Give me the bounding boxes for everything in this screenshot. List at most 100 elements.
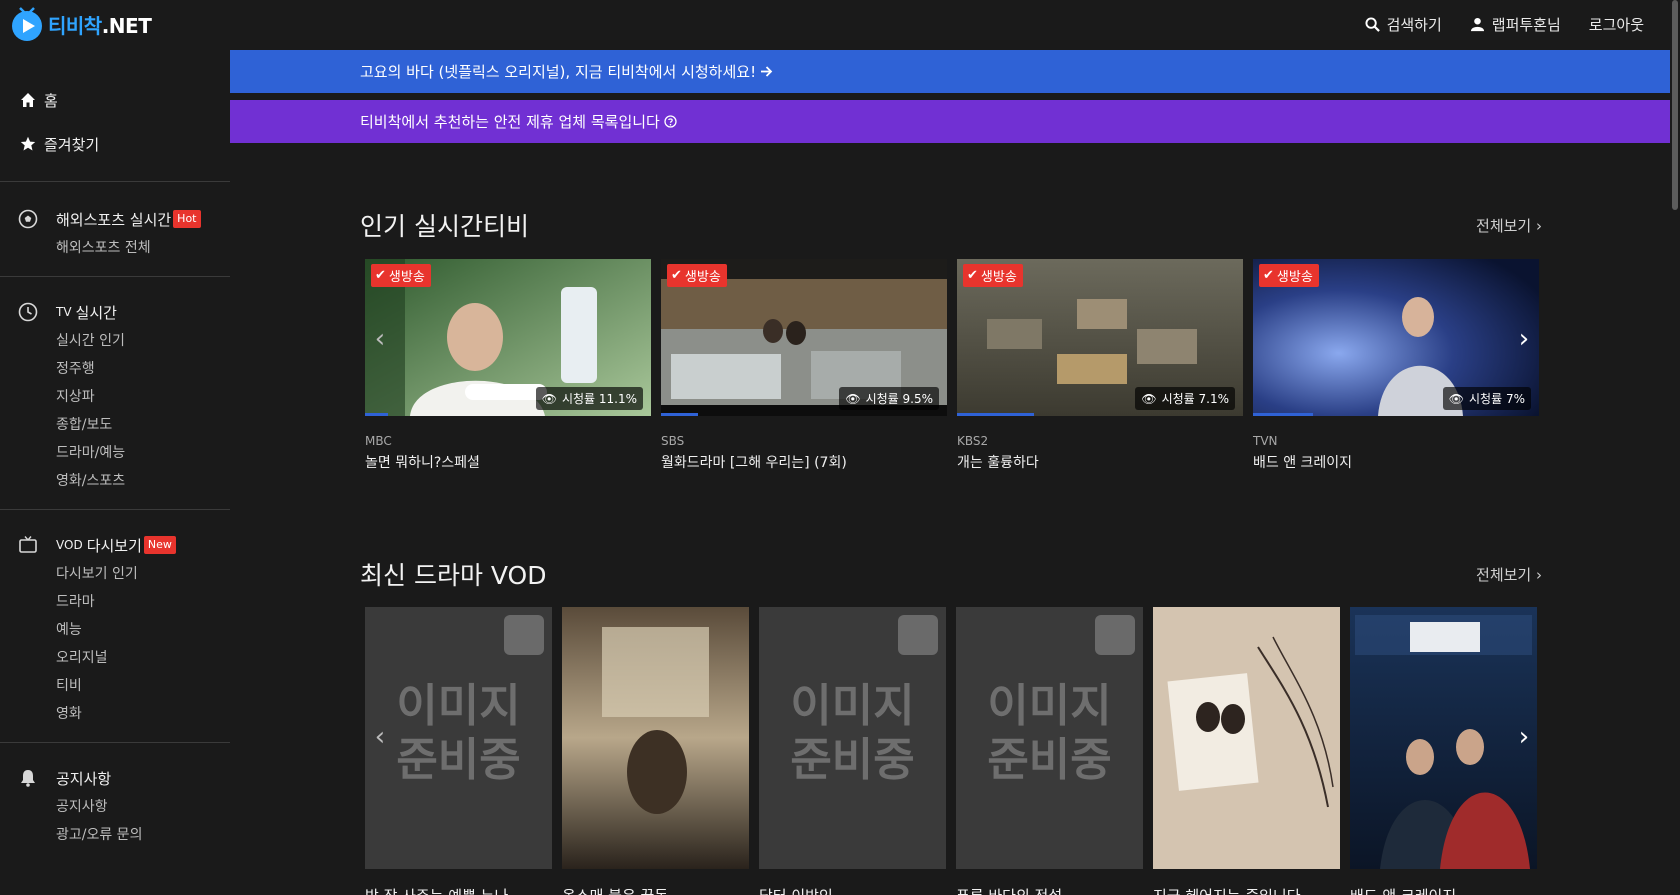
vod-card[interactable]: 옷소매 붉은 끝동: [562, 607, 749, 895]
live-carousel-next-button[interactable]: ›: [1510, 319, 1538, 359]
logout-button[interactable]: 로그아웃: [1589, 14, 1644, 35]
live-badge-label: 생방송: [388, 270, 425, 285]
sidebar-item-original[interactable]: 오리지널: [0, 644, 230, 672]
search-button[interactable]: 검색하기: [1365, 14, 1442, 35]
scrollbar-thumb[interactable]: [1672, 0, 1678, 210]
live-card[interactable]: ✔ 생방송 👁 시청률 9.5% SBS 월화드라마 [그해 우리는] (7회): [661, 259, 947, 472]
program-title[interactable]: 놀면 뭐하니?스페셜: [365, 452, 651, 472]
sidebar-item-favorites[interactable]: 즐겨찾기: [0, 122, 230, 166]
sidebar: 홈 즐겨찾기 해외스포츠 실시간 Hot 해외스포츠 전체 TV 실시간 실시간…: [0, 50, 230, 895]
program-title[interactable]: 개는 훌륭하다: [957, 452, 1243, 472]
vod-card[interactable]: 이미지준비중 닥터 이방인: [759, 607, 946, 895]
live-thumbnail[interactable]: ✔ 생방송 👁 시청률 11.1%: [365, 259, 651, 416]
vod-carousel-next-button[interactable]: ›: [1510, 717, 1538, 757]
sidebar-item-notice[interactable]: 공지사항: [0, 793, 230, 821]
check-icon: ✔: [671, 268, 682, 283]
bell-icon: [21, 770, 35, 787]
vod-card[interactable]: 이미지준비중 푸른 바다의 전설: [956, 607, 1143, 895]
sidebar-item-movie[interactable]: 영화: [0, 700, 230, 728]
vod-title[interactable]: 옷소매 붉은 끝동: [562, 885, 749, 895]
channel-name: MBC: [365, 434, 392, 448]
live-card[interactable]: ✔ 생방송 👁 시청률 11.1% MBC 놀면 뭐하니?스페셜: [365, 259, 651, 472]
live-badge-label: 생방송: [980, 270, 1017, 285]
placeholder-text: 이미지 준비중: [987, 679, 1112, 786]
eye-icon: 👁: [845, 391, 861, 406]
vod-poster[interactable]: [1350, 607, 1537, 869]
program-title[interactable]: 배드 앤 크레이지: [1253, 452, 1539, 472]
vod-poster-placeholder[interactable]: 이미지 준비중: [759, 607, 946, 869]
arrow-right-icon: [761, 66, 773, 77]
vod-card[interactable]: 배드 앤 크레이지: [1350, 607, 1537, 895]
rating-badge: 👁 시청률 7.1%: [1135, 387, 1235, 410]
sidebar-item-home[interactable]: 홈: [0, 78, 230, 122]
sidebar-section-notice-title[interactable]: 공지사항: [0, 763, 230, 793]
vod-title[interactable]: 배드 앤 크레이지: [1350, 885, 1537, 895]
clock-icon: [18, 302, 38, 322]
section-title: 실시간: [75, 303, 117, 322]
logout-label: 로그아웃: [1588, 16, 1644, 34]
eye-icon: 👁: [1448, 391, 1465, 406]
star-icon: [20, 136, 36, 151]
channel-name: KBS2: [957, 434, 989, 448]
promo-banner-text: 고요의 바다 (넷플릭스 오리지널), 지금 티비착에서 시청하세요!: [360, 63, 757, 81]
vod-carousel-prev-button[interactable]: ‹: [366, 717, 394, 757]
live-badge: ✔ 생방송: [371, 264, 431, 287]
user-menu-button[interactable]: 랩퍼투혼님: [1470, 14, 1561, 35]
live-card[interactable]: ✔ 생방송 👁 시청률 7.1% KBS2 개는 훌륭하다: [957, 259, 1243, 472]
vod-see-all-link[interactable]: 전체보기 ›: [1476, 564, 1542, 585]
promo-banner[interactable]: 고요의 바다 (넷플릭스 오리지널), 지금 티비착에서 시청하세요!: [230, 50, 1672, 93]
sidebar-item-drama-variety[interactable]: 드라마/예능: [0, 439, 230, 467]
sidebar-item-tv[interactable]: 티비: [0, 672, 230, 700]
vod-title[interactable]: 닥터 이방인: [759, 885, 946, 895]
eye-icon: 👁: [1141, 391, 1157, 406]
live-carousel-prev-button[interactable]: ‹: [366, 319, 394, 359]
live-thumbnail[interactable]: ✔ 생방송 👁 시청률 7.1%: [957, 259, 1243, 416]
program-title[interactable]: 월화드라마 [그해 우리는] (7회): [661, 452, 947, 472]
sidebar-item-terrestrial[interactable]: 지상파: [0, 383, 230, 411]
live-thumbnail[interactable]: ✔ 생방송 👁 시청률 7%: [1253, 259, 1539, 416]
vod-title[interactable]: 지금 헤어지는 중입니다: [1153, 885, 1340, 895]
rating-badge: 👁 시청률 7%: [1442, 387, 1531, 410]
vod-tag: VOD: [56, 538, 83, 552]
section-title: 다시보기: [86, 536, 142, 555]
check-icon: ✔: [967, 268, 978, 283]
live-see-all-link[interactable]: 전체보기 ›: [1476, 215, 1542, 236]
sidebar-item-live-popular[interactable]: 실시간 인기: [0, 327, 230, 355]
sidebar-section-tv-title[interactable]: TV 실시간: [0, 297, 230, 327]
site-logo[interactable]: 티비착.NET: [10, 6, 152, 42]
live-card[interactable]: ✔ 생방송 👁 시청률 7% TVN 배드 앤 크레이지: [1253, 259, 1539, 472]
sidebar-item-drama[interactable]: 드라마: [0, 588, 230, 616]
sidebar-item-sports-all[interactable]: 해외스포츠 전체: [0, 234, 230, 262]
vod-card[interactable]: 지금 헤어지는 중입니다: [1153, 607, 1340, 895]
see-all-label: 전체보기: [1476, 566, 1532, 584]
sidebar-item-binge[interactable]: 정주행: [0, 355, 230, 383]
main-content: 인기 실시간티비 전체보기 › ✔ 생방송 👁 시청률 11.1% MBC 놀면 뭐…: [230, 143, 1672, 895]
vod-title[interactable]: 밤 잠 사주는 예쁜 누나: [365, 885, 552, 895]
vod-poster[interactable]: [562, 607, 749, 869]
live-badge: ✔ 생방송: [1259, 264, 1319, 287]
logo-text: 티비착.NET: [48, 13, 152, 38]
tvchak-logo-icon: [504, 615, 544, 655]
partner-banner[interactable]: 티비착에서 추천하는 안전 제휴 업체 목록입니다: [230, 100, 1672, 143]
sidebar-item-news[interactable]: 종합/보도: [0, 411, 230, 439]
page-scrollbar[interactable]: [1670, 0, 1680, 895]
soccer-ball-icon: [18, 209, 38, 229]
vod-poster-placeholder[interactable]: 이미지 준비중: [956, 607, 1143, 869]
live-thumbnail[interactable]: ✔ 생방송 👁 시청률 9.5%: [661, 259, 947, 416]
sidebar-item-label: 즐겨찾기: [44, 135, 100, 154]
sidebar-item-variety[interactable]: 예능: [0, 616, 230, 644]
sidebar-section-sports-title[interactable]: 해외스포츠 실시간 Hot: [0, 204, 230, 234]
tvchak-logo-icon: [898, 615, 938, 655]
sidebar-item-vod-popular[interactable]: 다시보기 인기: [0, 560, 230, 588]
vod-poster[interactable]: [1153, 607, 1340, 869]
live-progress-bar: [957, 413, 1035, 416]
sidebar-section-vod-title[interactable]: VOD 다시보기 New: [0, 530, 230, 560]
check-icon: ✔: [1263, 268, 1274, 283]
vod-title[interactable]: 푸른 바다의 전설: [956, 885, 1143, 895]
sidebar-item-movie-sports[interactable]: 영화/스포츠: [0, 467, 230, 495]
rating-label: 시청률 7.1%: [1161, 392, 1229, 406]
rating-badge: 👁 시청률 11.1%: [535, 387, 643, 410]
placeholder-text: 이미지 준비중: [790, 679, 915, 786]
sidebar-item-ad-inquiry[interactable]: 광고/오류 문의: [0, 821, 230, 849]
vod-section-title: 최신 드라마 VOD: [360, 561, 547, 590]
